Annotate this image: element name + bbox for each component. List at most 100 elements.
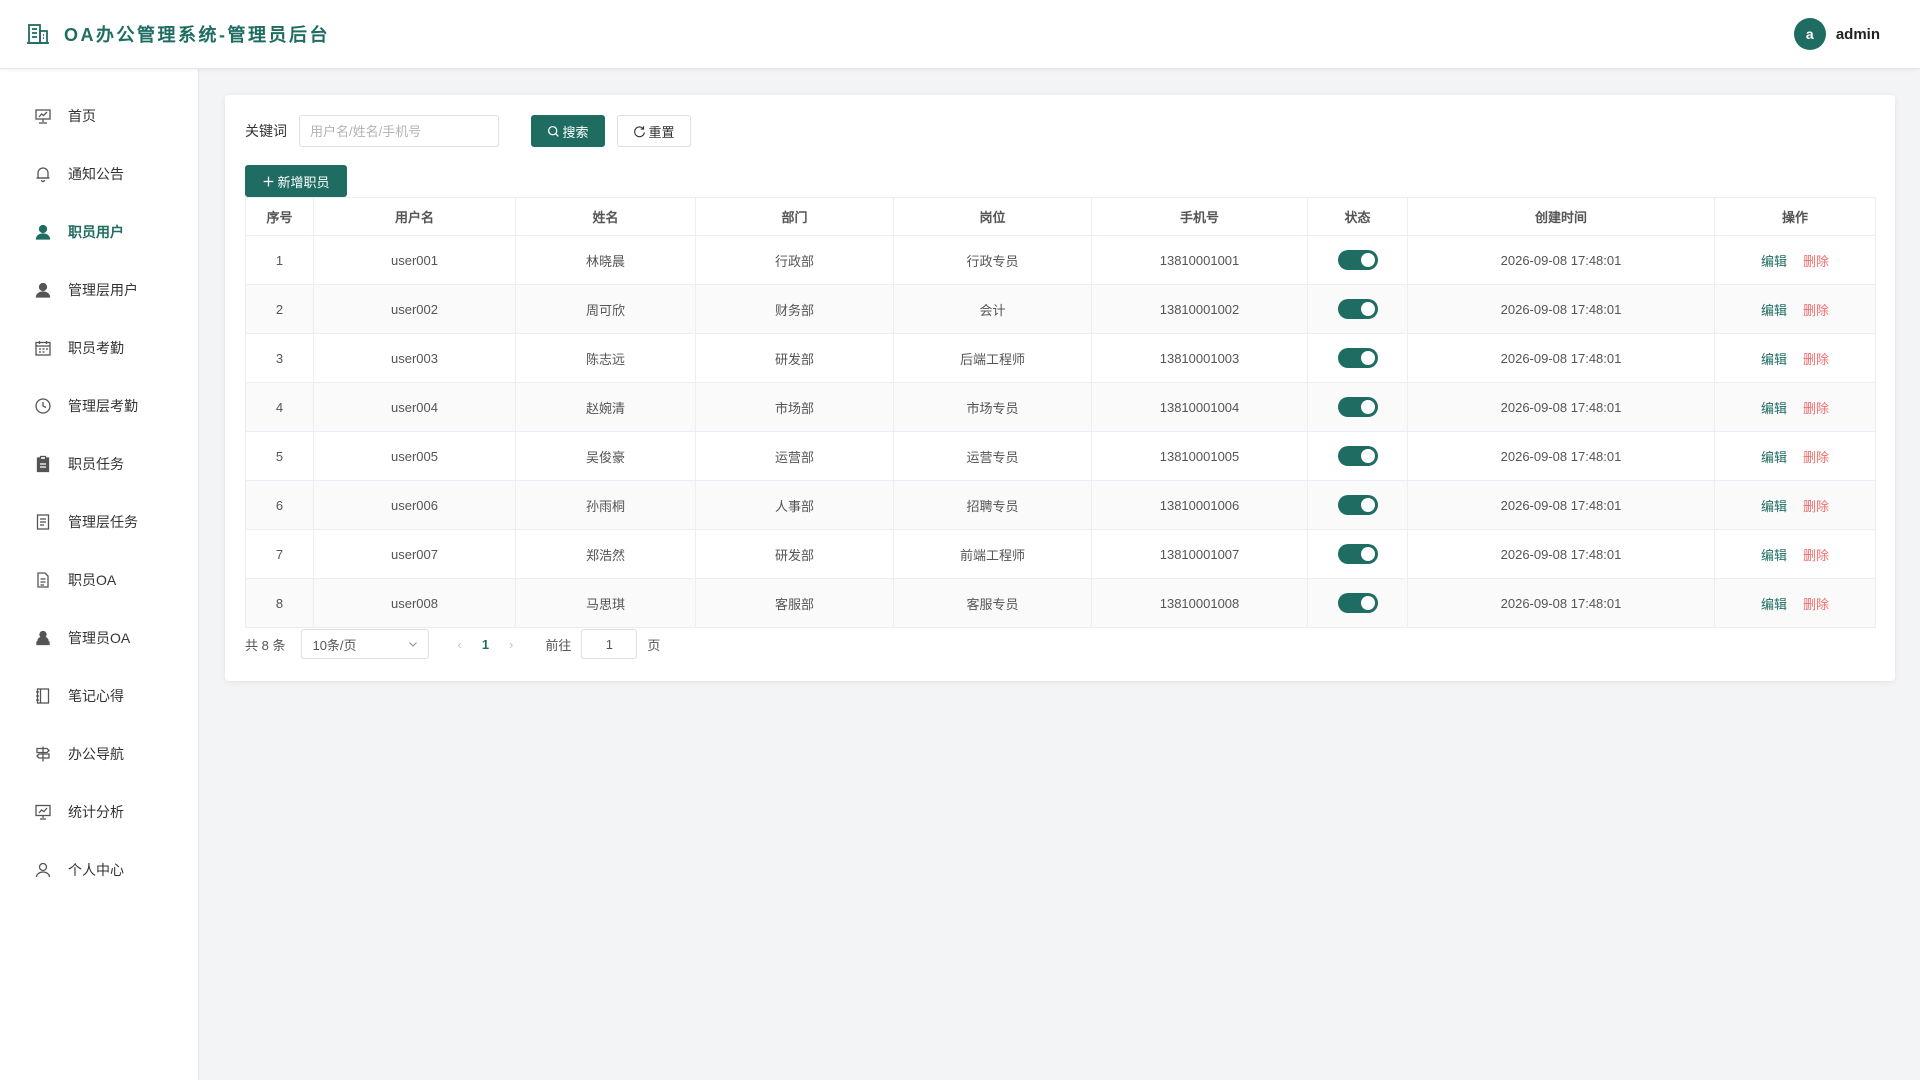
cell-username: user001 <box>313 235 516 285</box>
edit-link[interactable]: 编辑 <box>1761 352 1787 367</box>
sidebar-item-8[interactable]: 管理层任务 <box>0 493 198 551</box>
status-toggle[interactable] <box>1337 397 1378 417</box>
total-count: 共 8 条 <box>245 637 286 653</box>
page-suffix: 页 <box>647 637 661 653</box>
cell-position: 市场专员 <box>893 382 1092 432</box>
brand[interactable]: OA办公管理系统-管理员后台 <box>0 21 330 47</box>
reset-button[interactable]: 重置 <box>617 115 691 147</box>
status-toggle[interactable] <box>1337 593 1378 613</box>
content-card: 关键词 搜索 重置 新增职员 序号用户名姓名部门岗位手机号状态创建时间操作 <box>225 95 1895 681</box>
sidebar-item-label: 管理员OA <box>68 630 131 646</box>
cell-actions: 编辑 删除 <box>1714 284 1876 334</box>
cell-created: 2026-09-08 17:48:01 <box>1407 529 1715 579</box>
keyword-label: 关键词 <box>245 123 287 139</box>
user-icon <box>35 282 51 298</box>
pagination: 共 8 条 10条/页 ‹ 1 › 前往 页 <box>245 629 660 659</box>
delete-link[interactable]: 删除 <box>1803 450 1829 465</box>
sidebar-item-9[interactable]: 职员OA <box>0 551 198 609</box>
cell-position: 客服专员 <box>893 578 1092 628</box>
delete-link[interactable]: 删除 <box>1803 597 1829 612</box>
building-icon <box>27 24 49 44</box>
sidebar-item-14[interactable]: 个人中心 <box>0 841 198 899</box>
cell-dept: 行政部 <box>695 235 894 285</box>
status-toggle[interactable] <box>1337 495 1378 515</box>
table-header-row: 序号 用户名 姓名 部门 岗位 手机号 状态 创建时间 操作 <box>245 197 1876 236</box>
table-row: 4 user004 赵婉清 市场部 市场专员 13810001004 2026-09-08 … <box>245 382 1876 432</box>
cell-index: 6 <box>245 480 314 530</box>
cell-position: 运营专员 <box>893 431 1092 481</box>
document-icon <box>36 514 50 530</box>
sidebar-item-label: 笔记心得 <box>68 688 124 704</box>
delete-link[interactable]: 删除 <box>1803 401 1829 416</box>
sidebar-item-3[interactable]: 职员用户 <box>0 203 198 261</box>
goto-page-input[interactable] <box>581 629 638 659</box>
status-toggle[interactable] <box>1337 299 1378 319</box>
add-employee-button[interactable]: 新增职员 <box>245 165 347 197</box>
sidebar-item-label: 通知公告 <box>68 166 124 182</box>
reset-button-label: 重置 <box>648 124 675 140</box>
status-toggle[interactable] <box>1337 348 1378 368</box>
status-toggle[interactable] <box>1337 446 1378 466</box>
cell-phone: 13810001001 <box>1091 235 1308 285</box>
notebook-icon <box>36 688 50 704</box>
sidebar-item-4[interactable]: 管理层用户 <box>0 261 198 319</box>
table-row: 8 user008 马思琪 客服部 客服专员 13810001008 2026-09-08 … <box>245 578 1876 628</box>
status-toggle[interactable] <box>1337 250 1378 270</box>
column-header: 姓名 <box>515 197 696 236</box>
cell-index: 1 <box>245 235 314 285</box>
column-header: 岗位 <box>893 197 1092 236</box>
prev-page-icon[interactable]: ‹ <box>457 637 461 652</box>
cell-dept: 运营部 <box>695 431 894 481</box>
cell-phone: 13810001003 <box>1091 333 1308 383</box>
cell-position: 后端工程师 <box>893 333 1092 383</box>
page-size-select[interactable]: 10条/页 <box>301 629 430 659</box>
cell-username: user007 <box>313 529 516 579</box>
user-menu[interactable]: a admin <box>1793 18 1920 50</box>
edit-link[interactable]: 编辑 <box>1761 401 1787 416</box>
page-number-current[interactable]: 1 <box>482 637 489 652</box>
search-button[interactable]: 搜索 <box>531 115 605 147</box>
cell-status <box>1307 333 1408 383</box>
cell-status <box>1307 578 1408 628</box>
edit-link[interactable]: 编辑 <box>1761 303 1787 318</box>
username[interactable]: admin <box>1836 26 1880 43</box>
status-toggle[interactable] <box>1337 544 1378 564</box>
sidebar-item-1[interactable]: 首页 <box>0 87 198 145</box>
sidebar-item-2[interactable]: 通知公告 <box>0 145 198 203</box>
edit-link[interactable]: 编辑 <box>1761 499 1787 514</box>
cell-username: user008 <box>313 578 516 628</box>
cell-actions: 编辑 删除 <box>1714 578 1876 628</box>
edit-link[interactable]: 编辑 <box>1761 450 1787 465</box>
column-header: 操作 <box>1714 197 1876 236</box>
delete-link[interactable]: 删除 <box>1803 352 1829 367</box>
sidebar-item-label: 首页 <box>68 108 96 124</box>
employee-table: 序号 用户名 姓名 部门 岗位 手机号 状态 创建时间 操作 1 user001 林晓晨 行政部 行政专… <box>245 197 1876 628</box>
sidebar-item-10[interactable]: 管理员OA <box>0 609 198 667</box>
edit-link[interactable]: 编辑 <box>1761 254 1787 269</box>
edit-link[interactable]: 编辑 <box>1761 548 1787 563</box>
delete-link[interactable]: 删除 <box>1803 303 1829 318</box>
sidebar-item-6[interactable]: 管理层考勤 <box>0 377 198 435</box>
sidebar-item-5[interactable]: 职员考勤 <box>0 319 198 377</box>
delete-link[interactable]: 删除 <box>1803 254 1829 269</box>
sidebar-item-12[interactable]: 办公导航 <box>0 725 198 783</box>
next-page-icon[interactable]: › <box>509 637 513 652</box>
cell-position: 前端工程师 <box>893 529 1092 579</box>
column-header: 用户名 <box>313 197 516 236</box>
file-icon <box>37 572 49 588</box>
edit-link[interactable]: 编辑 <box>1761 597 1787 612</box>
sidebar-item-13[interactable]: 统计分析 <box>0 783 198 841</box>
delete-link[interactable]: 删除 <box>1803 499 1829 514</box>
table-row: 6 user006 孙雨桐 人事部 招聘专员 13810001006 2026-09-08 … <box>245 480 1876 530</box>
cell-index: 3 <box>245 333 314 383</box>
table-row: 1 user001 林晓晨 行政部 行政专员 13810001001 2026-09-08 … <box>245 235 1876 285</box>
cell-status <box>1307 431 1408 481</box>
sidebar-item-11[interactable]: 笔记心得 <box>0 667 198 725</box>
cell-dept: 财务部 <box>695 284 894 334</box>
avatar[interactable]: a <box>1793 18 1826 50</box>
delete-link[interactable]: 删除 <box>1803 548 1829 563</box>
chevron-down-icon <box>409 642 418 647</box>
keyword-input[interactable] <box>299 115 499 147</box>
sidebar-item-7[interactable]: 职员任务 <box>0 435 198 493</box>
clock-icon <box>35 398 51 414</box>
